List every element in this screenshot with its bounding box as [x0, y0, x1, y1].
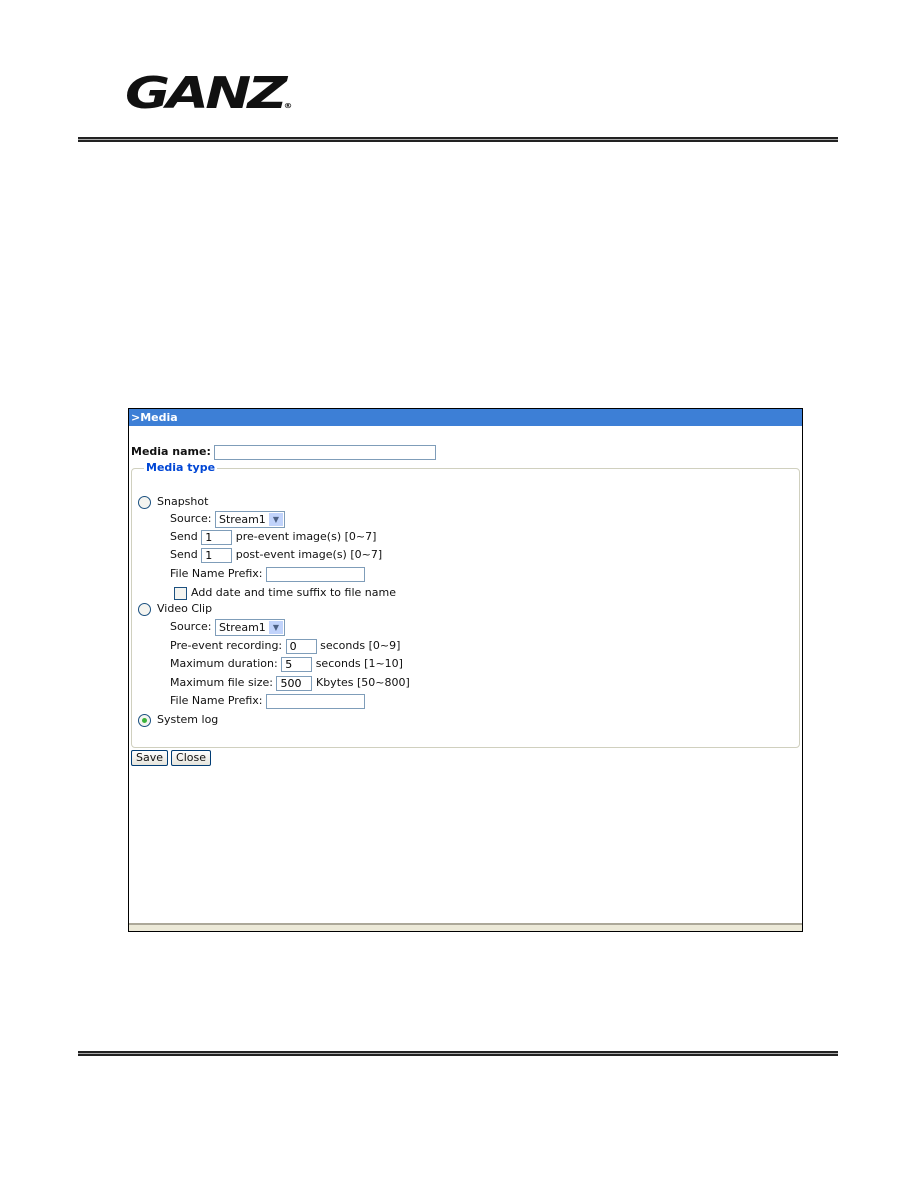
header-rule — [78, 137, 838, 142]
send-label: Send — [170, 530, 198, 543]
chevron-down-icon[interactable]: ▼ — [269, 620, 283, 634]
snapshot-radio[interactable]: Snapshot — [138, 493, 208, 511]
pre-event-label: Pre-event recording: — [170, 639, 283, 652]
video-prefix-input[interactable] — [266, 693, 365, 709]
pre-event-recording-input[interactable]: 0 — [285, 638, 317, 654]
source-label: Source: — [170, 620, 212, 633]
pre-event-range: seconds [0~9] — [320, 639, 401, 652]
snapshot-prefix-input[interactable] — [266, 566, 365, 582]
video-source-select[interactable]: Stream1 ▼ — [215, 618, 285, 636]
duration-label: Maximum duration: — [170, 657, 278, 670]
post-event-text: post-event image(s) [0~7] — [235, 548, 383, 561]
status-bar — [129, 923, 802, 931]
media-type-legend: Media type — [144, 461, 218, 474]
select-value: Stream1 — [219, 620, 266, 634]
document-page: GANZ® >Media Media name: Media type Snap… — [0, 0, 918, 1188]
chevron-down-icon[interactable]: ▼ — [269, 512, 283, 526]
media-name-input[interactable] — [214, 444, 437, 460]
source-label: Source: — [170, 512, 212, 525]
snapshot-source-select[interactable]: Stream1 ▼ — [215, 510, 285, 528]
send-label: Send — [170, 548, 198, 561]
select-value: Stream1 — [219, 512, 266, 526]
save-button[interactable]: Save — [131, 750, 169, 766]
radio-icon[interactable] — [138, 495, 151, 509]
radio-icon[interactable] — [138, 713, 151, 727]
file-size-input[interactable]: 500 — [276, 675, 313, 691]
media-dialog-screenshot: >Media Media name: Media type Snapshot S… — [128, 408, 803, 932]
snapshot-label: Snapshot — [157, 495, 209, 508]
dialog-title: >Media — [129, 409, 802, 426]
prefix-label: File Name Prefix: — [170, 567, 263, 580]
prefix-label: File Name Prefix: — [170, 694, 263, 707]
checkbox-icon[interactable] — [174, 586, 187, 600]
duration-input[interactable]: 5 — [281, 656, 313, 672]
size-range: Kbytes [50~800] — [315, 676, 410, 689]
ganz-logo: GANZ® — [125, 68, 293, 119]
media-name-label: Media name: — [131, 445, 211, 458]
pre-event-text: pre-event image(s) [0~7] — [235, 530, 377, 543]
radio-icon[interactable] — [138, 602, 151, 616]
video-clip-label: Video Clip — [157, 602, 213, 615]
suffix-label: Add date and time suffix to file name — [191, 586, 396, 599]
footer-rule — [78, 1051, 838, 1056]
duration-range: seconds [1~10] — [315, 657, 403, 670]
system-log-radio[interactable]: System log — [138, 711, 218, 729]
post-event-images-input[interactable]: 1 — [201, 547, 233, 563]
pre-event-images-input[interactable]: 1 — [201, 529, 233, 545]
system-log-label: System log — [157, 713, 219, 726]
video-clip-radio[interactable]: Video Clip — [138, 600, 212, 618]
close-button[interactable]: Close — [171, 750, 211, 766]
size-label: Maximum file size: — [170, 676, 273, 689]
